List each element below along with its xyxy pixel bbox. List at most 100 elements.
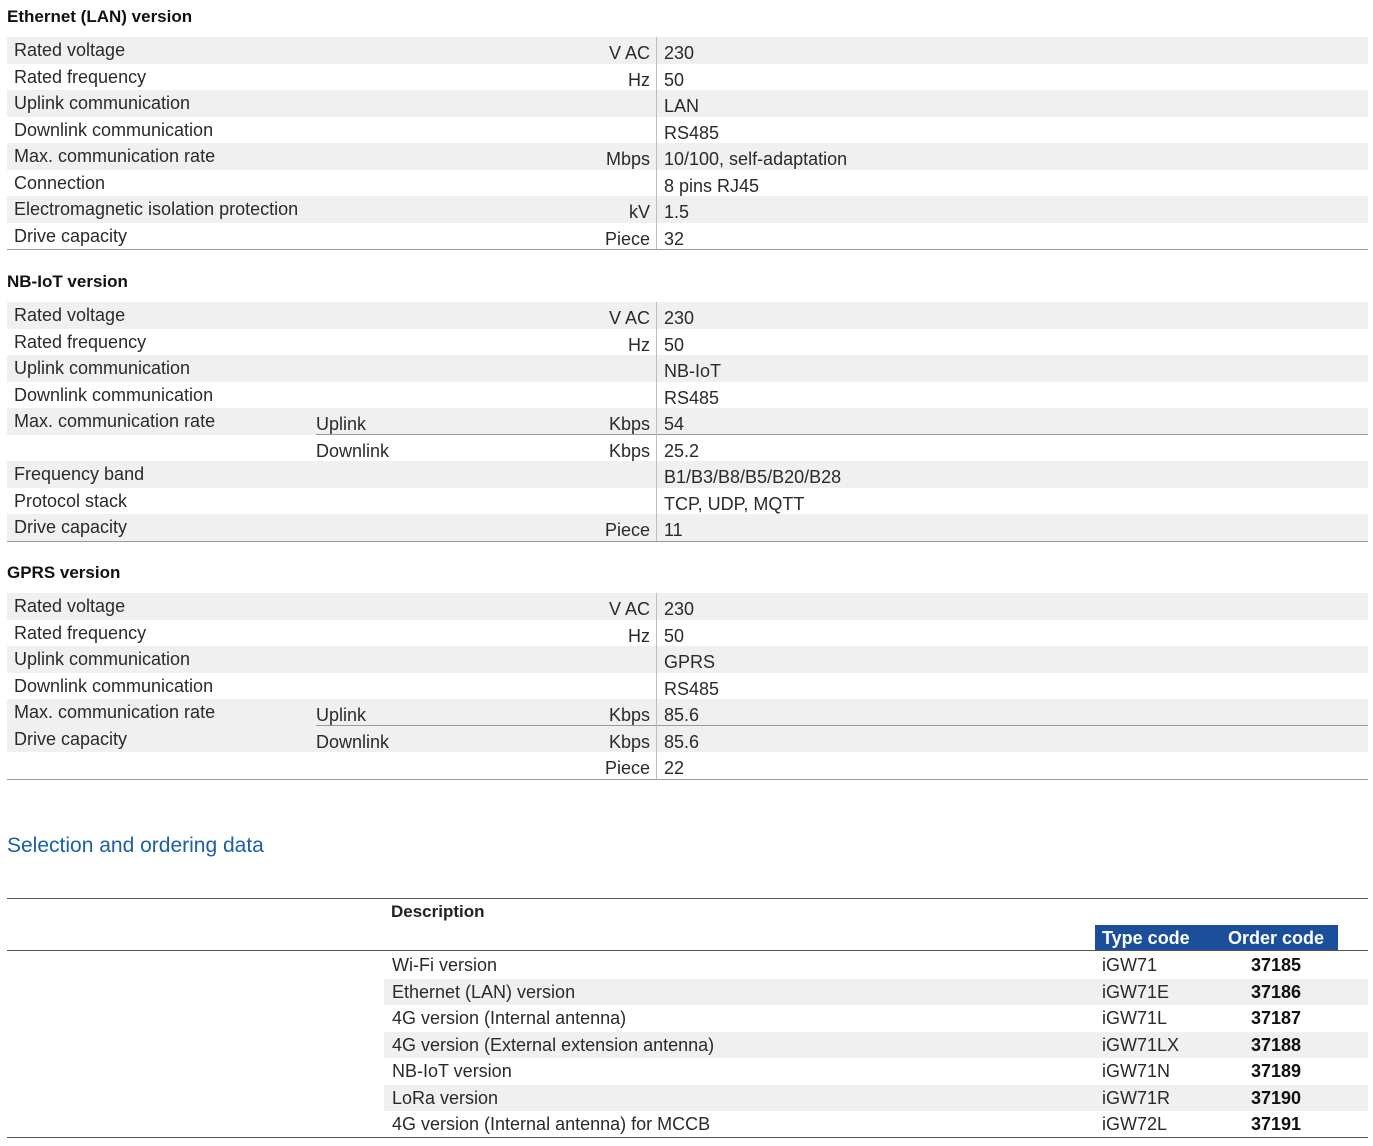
unit-label: Kbps <box>608 705 650 725</box>
ethernet-section-title: Ethernet (LAN) version <box>7 7 193 26</box>
spec-row: Downlink communication RS485 <box>7 382 1368 409</box>
spec-row: Drive capacity Downlink Kbps 85.6 <box>7 725 1368 752</box>
value-cell: 50 <box>664 69 685 90</box>
value-cell: 230 <box>664 599 695 619</box>
spec-row: Rated voltage V AC 230 <box>7 302 1368 329</box>
param-label: Uplink communication <box>14 93 191 113</box>
value-cell: 50 <box>664 625 685 646</box>
code-header-bar: Type code Order code <box>1095 925 1338 950</box>
value-cell: 11 <box>664 520 683 540</box>
spec-row: Downlink communication RS485 <box>7 673 1368 700</box>
ethernet-spec-table: Rated voltage V AC 230 Rated frequency Hz 50 U… <box>7 37 1368 250</box>
spec-row: Connection 8 pins RJ45 <box>7 170 1368 197</box>
param-label: Rated frequency <box>14 66 147 87</box>
order-row: 4G version (External extension antenna) i… <box>7 1031 1368 1058</box>
type-code-cell: iGW71L <box>1102 1008 1168 1028</box>
param-label: Rated frequency <box>14 622 147 643</box>
column-divider <box>656 37 657 249</box>
order-row: LoRa version iGW71R 37190 <box>7 1084 1368 1111</box>
order-code-cell: 37189 <box>1251 1061 1302 1081</box>
order-row: Wi-Fi version iGW71 37185 <box>7 952 1368 979</box>
order-code-cell: 37186 <box>1251 981 1302 1002</box>
unit-label: Kbps <box>608 414 650 434</box>
value-cell: 230 <box>664 43 695 63</box>
order-code-cell: 37185 <box>1251 955 1302 975</box>
unit-label: kV <box>628 202 650 222</box>
nbiot-spec-table: Rated voltage V AC 230 Rated frequency Hz 50 U… <box>7 302 1368 542</box>
order-row: NB-IoT version iGW71N 37189 <box>7 1058 1368 1085</box>
value-cell: 22 <box>664 758 685 778</box>
spec-row: Drive capacity Piece 32 <box>7 223 1368 250</box>
spec-row: Drive capacity Piece 11 <box>7 514 1368 541</box>
param-label: Downlink communication <box>14 675 214 696</box>
spec-row: Max. communication rate Uplink Kbps 85.6 <box>7 699 1368 726</box>
param-label: Rated voltage <box>14 596 126 616</box>
description-header: Description <box>391 902 485 921</box>
param-label: Drive capacity <box>14 728 128 749</box>
unit-label: Mbps <box>605 149 650 169</box>
param-label: Uplink communication <box>14 649 191 669</box>
spec-row: Rated frequency Hz 50 <box>7 64 1368 91</box>
spec-row: Rated frequency Hz 50 <box>7 329 1368 356</box>
value-cell: 85.6 <box>664 731 700 752</box>
param-label: Rated frequency <box>14 331 147 352</box>
gprs-section-title: GPRS version <box>7 563 121 582</box>
value-cell: 10/100, self-adaptation <box>664 149 848 169</box>
order-description: NB-IoT version <box>392 1061 512 1081</box>
order-row: 4G version (Internal antenna) iGW71L 37187 <box>7 1005 1368 1032</box>
spec-row: Rated voltage V AC 230 <box>7 37 1368 64</box>
value-cell: NB-IoT <box>664 361 722 381</box>
value-cell: 32 <box>664 228 685 249</box>
unit-label: Hz <box>628 625 650 646</box>
value-cell: RS485 <box>664 122 720 143</box>
spec-row: Frequency band B1/B3/B8/B5/B20/B28 <box>7 461 1368 488</box>
order-description: Wi-Fi version <box>392 955 498 975</box>
spec-row: Max. communication rate Mbps 10/100, self-… <box>7 143 1368 170</box>
type-code-cell: iGW71 <box>1102 955 1158 975</box>
value-cell: 50 <box>664 334 685 355</box>
type-code-header: Type code <box>1102 928 1190 948</box>
param-label: Electromagnetic isolation protection <box>14 199 299 219</box>
order-row: 4G version (Internal antenna) for MCCB iG… <box>7 1111 1368 1138</box>
order-description: Ethernet (LAN) version <box>392 981 576 1002</box>
ordering-bottom-rule <box>7 1137 1368 1138</box>
value-cell: LAN <box>664 96 700 116</box>
unit-label: Piece <box>604 520 650 540</box>
type-code-cell: iGW71R <box>1102 1087 1171 1108</box>
param-label: Connection <box>14 172 106 193</box>
value-cell: B1/B3/B8/B5/B20/B28 <box>664 467 842 487</box>
type-code-cell: iGW71N <box>1102 1061 1171 1081</box>
spec-row: Max. communication rate Uplink Kbps 54 <box>7 408 1368 435</box>
order-description: 4G version (Internal antenna) <box>392 1008 627 1028</box>
selection-ordering-heading: Selection and ordering data <box>7 834 264 857</box>
sub-label: Downlink <box>316 440 390 461</box>
value-cell: RS485 <box>664 678 720 699</box>
order-code-cell: 37190 <box>1251 1087 1302 1108</box>
type-code-cell: iGW71LX <box>1102 1034 1180 1055</box>
order-description: 4G version (External extension antenna) <box>392 1034 715 1055</box>
value-cell: RS485 <box>664 387 720 408</box>
value-cell: 8 pins RJ45 <box>664 175 760 196</box>
row-band <box>384 1084 1368 1111</box>
param-label: Protocol stack <box>14 490 128 511</box>
ordering-rows: Wi-Fi version iGW71 37185 Ethernet (LAN) ve… <box>7 952 1368 1138</box>
spec-row: Uplink communication LAN <box>7 90 1368 117</box>
unit-label: Piece <box>604 228 650 249</box>
param-label: Max. communication rate <box>14 146 216 166</box>
spec-row: Electromagnetic isolation protection kV 1.… <box>7 196 1368 223</box>
unit-label: Kbps <box>608 731 650 752</box>
spec-row: Uplink communication GPRS <box>7 646 1368 673</box>
value-cell: GPRS <box>664 652 716 672</box>
value-cell: 25.2 <box>664 440 700 461</box>
gprs-spec-table: Rated voltage V AC 230 Rated frequency Hz 50 U… <box>7 593 1368 780</box>
unit-label: V AC <box>608 43 650 63</box>
spec-row: Protocol stack TCP, UDP, MQTT <box>7 488 1368 515</box>
param-label: Rated voltage <box>14 305 126 325</box>
spec-row: Downlink communication RS485 <box>7 117 1368 144</box>
spec-row: Rated frequency Hz 50 <box>7 620 1368 647</box>
unit-label: Hz <box>628 334 650 355</box>
ordering-top-rule <box>7 898 1368 899</box>
ordering-header-rule <box>7 950 1368 951</box>
param-label: Rated voltage <box>14 40 126 60</box>
param-label: Downlink communication <box>14 384 214 405</box>
